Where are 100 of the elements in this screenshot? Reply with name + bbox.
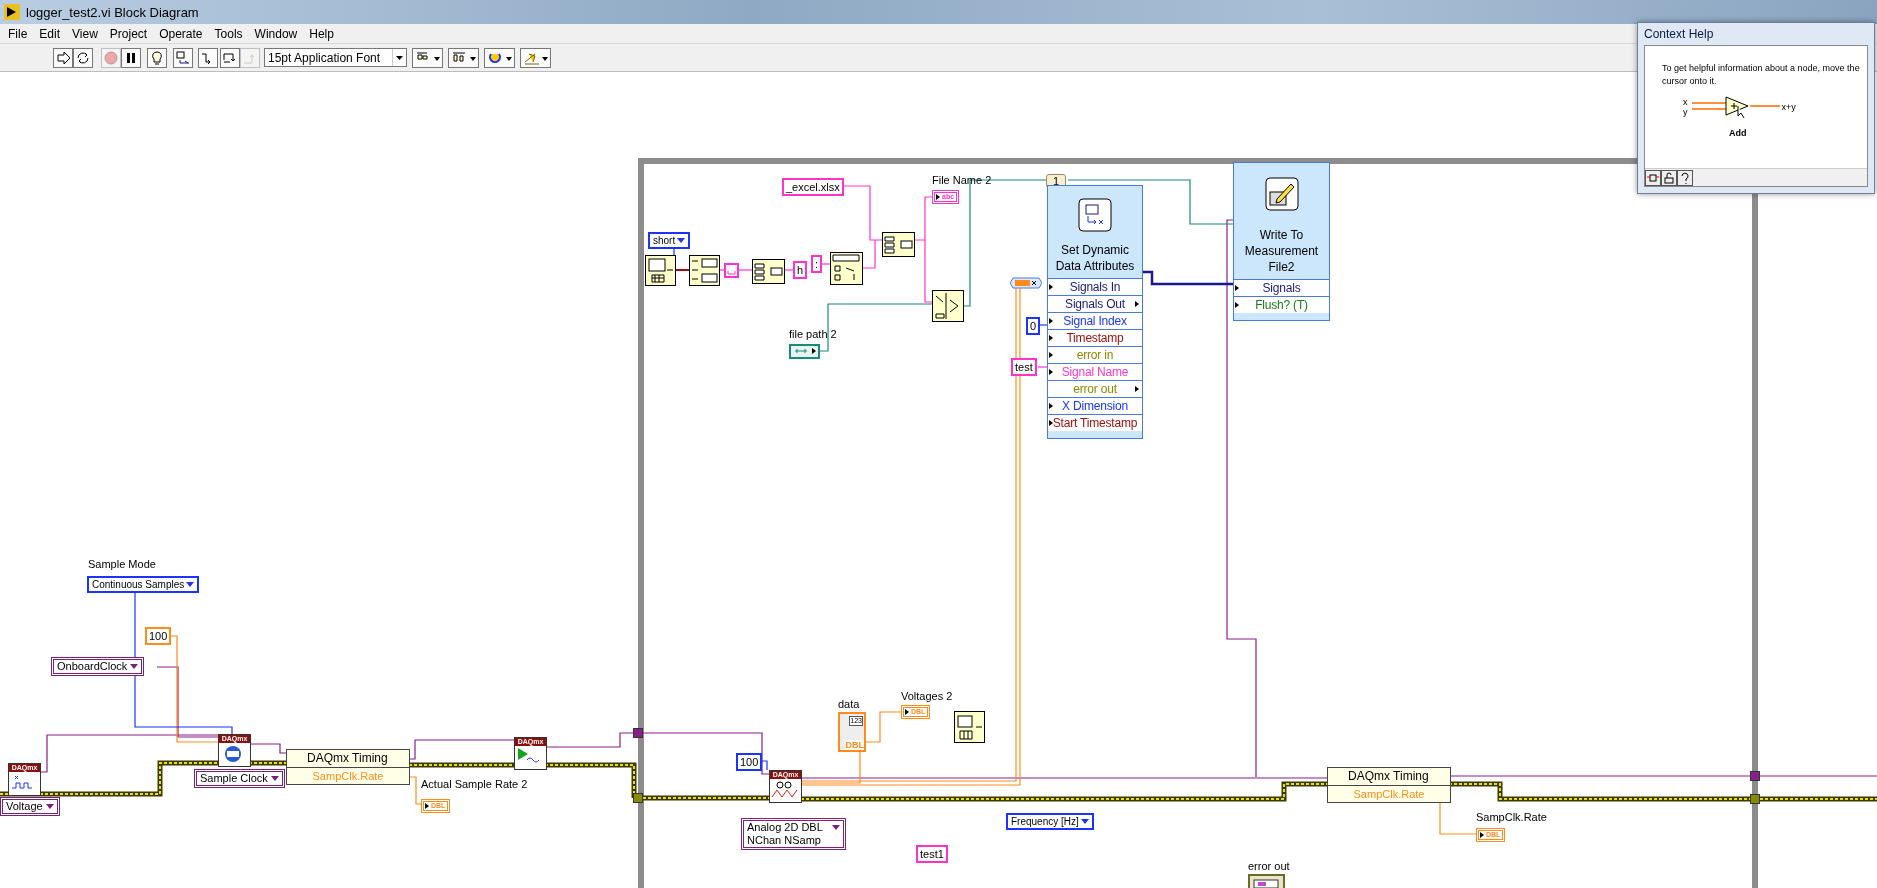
- terminal-row[interactable]: Signal Index: [1048, 312, 1142, 329]
- terminal-label: x+y: [1781, 102, 1796, 112]
- menu-item[interactable]: Window: [248, 26, 304, 41]
- constant[interactable]: :: [811, 255, 823, 273]
- wire: [673, 247, 675, 256]
- run-continuously-button[interactable]: [73, 47, 93, 68]
- window-title: Context Help: [1644, 26, 1715, 43]
- shift-register: [1750, 794, 1760, 804]
- reorder-dropdown[interactable]: [484, 47, 515, 68]
- cleanup-dropdown[interactable]: [520, 47, 551, 68]
- step-over-button[interactable]: [220, 47, 240, 68]
- window-title: logger_test2.vi Block Diagram: [26, 4, 199, 20]
- type-label: DBL: [845, 740, 864, 750]
- terminal-row[interactable]: Start Timestamp: [1048, 414, 1142, 431]
- menu-item[interactable]: Project: [103, 26, 154, 41]
- enum-constant[interactable]: Continuous Samples: [87, 576, 200, 593]
- highlight-button[interactable]: [147, 47, 167, 68]
- add-function-icon: [1689, 94, 1780, 120]
- menu-item[interactable]: Tools: [208, 26, 249, 41]
- node-label: error out: [1248, 860, 1290, 872]
- terminal-row[interactable]: Timestamp: [1048, 329, 1142, 346]
- lock-button[interactable]: [1661, 169, 1677, 186]
- retain-button[interactable]: [173, 47, 193, 68]
- distribute-dropdown[interactable]: [448, 47, 479, 68]
- ring-constant[interactable]: Analog 2D DBL NChan NSamp: [741, 818, 846, 850]
- node-label: File Name 2: [932, 174, 992, 186]
- path-control-icon[interactable]: [789, 344, 820, 359]
- wire: [1439, 802, 1477, 835]
- ring-constant[interactable]: Voltage: [0, 797, 60, 816]
- property-title: DAQmx Timing: [1328, 768, 1450, 786]
- constant[interactable]: 100: [736, 753, 763, 771]
- menu-item[interactable]: View: [66, 26, 104, 41]
- node-title: Set Dynamic Data Attributes: [1054, 242, 1136, 274]
- pause-button[interactable]: [121, 47, 141, 68]
- constant[interactable]: h: [793, 261, 808, 279]
- run-continuously-icon: [75, 49, 91, 66]
- terminal-row[interactable]: Signals Out: [1048, 295, 1142, 312]
- daqmx-function-icon: [770, 779, 799, 800]
- diagram-button[interactable]: [1645, 169, 1661, 186]
- concatenate-icon: [752, 259, 785, 284]
- run-icon: [55, 49, 71, 66]
- node-label: Actual Sample Rate 2: [421, 778, 528, 790]
- wire: [248, 743, 287, 754]
- dynamic-data-icon: [1078, 198, 1112, 232]
- node-label: SampClk.Rate: [1476, 811, 1547, 823]
- terminal-label: x: [1683, 97, 1688, 107]
- enum-constant[interactable]: short: [648, 232, 691, 249]
- enum-constant[interactable]: Frequency [Hz]: [1006, 813, 1094, 830]
- node-label: data: [838, 698, 860, 710]
- terminal-row[interactable]: X Dimension: [1048, 397, 1142, 414]
- computer-clock-icon: [645, 255, 676, 286]
- constant[interactable]: test: [1011, 358, 1037, 376]
- menu-item[interactable]: Edit: [33, 26, 67, 41]
- property-row-text: SampClk.Rate: [311, 769, 385, 784]
- type-ring-icon: [1010, 277, 1042, 289]
- align-dropdown[interactable]: [412, 47, 443, 68]
- menu-item[interactable]: Help: [303, 26, 340, 41]
- terminal-row[interactable]: Flush? (T): [1234, 296, 1329, 313]
- search-replace-icon: [830, 252, 863, 285]
- caret-icon: [392, 49, 406, 66]
- menu-item[interactable]: Operate: [153, 26, 209, 41]
- terminal-row[interactable]: Signals In: [1048, 278, 1142, 295]
- ring-constant[interactable]: OnboardClock: [51, 657, 145, 676]
- shift-register: [633, 793, 643, 803]
- ring-constant[interactable]: Sample Clock: [194, 769, 285, 788]
- build-path-icon: [932, 290, 964, 322]
- abort-icon: [103, 49, 119, 66]
- help-text: To get helpful information about a node, move the cursor onto it.: [1662, 62, 1861, 88]
- node-label: Sample Mode: [88, 558, 156, 570]
- highlight-icon: [149, 49, 165, 66]
- wire: [783, 269, 794, 271]
- run-button[interactable]: [53, 47, 73, 68]
- shift-register: [633, 728, 643, 738]
- constant[interactable]: 0: [1026, 317, 1041, 335]
- constant[interactable]: _excel.xlsx: [782, 178, 844, 196]
- concatenate-icon: [882, 232, 915, 257]
- font-dropdown[interactable]: 15pt Application Font: [264, 48, 407, 67]
- node-label: Voltages 2: [901, 690, 953, 702]
- terminal-row[interactable]: error in: [1048, 346, 1142, 363]
- format-date-icon: [689, 255, 720, 286]
- node-title: Write To Measurement File2: [1243, 227, 1320, 275]
- terminal-row[interactable]: Signals: [1234, 279, 1329, 296]
- help-button[interactable]: [1677, 169, 1693, 186]
- wire: [675, 269, 690, 271]
- app-icon: [4, 4, 20, 20]
- terminal-row[interactable]: error out: [1048, 380, 1142, 397]
- pencil-icon: [1264, 177, 1299, 211]
- shift-register: [1750, 771, 1760, 781]
- wire: [1037, 366, 1048, 368]
- constant[interactable]: 100: [145, 627, 172, 645]
- menu-item[interactable]: File: [2, 26, 34, 41]
- terminal-label: y: [1683, 107, 1688, 117]
- constant[interactable]: test1: [916, 845, 948, 863]
- wire: [821, 263, 831, 265]
- wire: [1039, 324, 1048, 326]
- wire: [408, 776, 422, 805]
- retain-icon: [175, 49, 191, 66]
- property-title: DAQmx Timing: [287, 750, 409, 768]
- wire: [737, 269, 753, 271]
- step-into-button[interactable]: [198, 47, 218, 68]
